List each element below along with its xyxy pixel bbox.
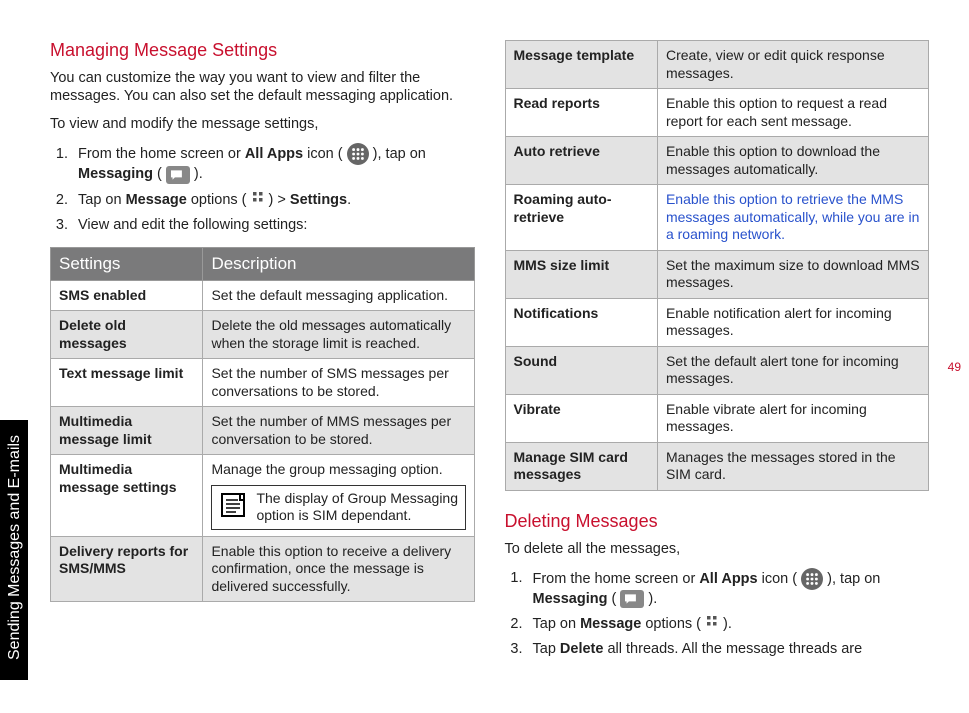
all-apps-icon <box>801 568 823 590</box>
delete-step-3: Tap Delete all threads. All the message … <box>527 640 930 659</box>
intro-para-2: To view and modify the message settings, <box>50 115 475 133</box>
messaging-icon <box>166 166 190 184</box>
table-row: Vibrate Enable vibrate alert for incomin… <box>505 394 929 442</box>
th-settings: Settings <box>51 247 203 280</box>
settings-table-right: Message template Create, view or edit qu… <box>505 40 930 491</box>
table-row: Read reports Enable this option to reque… <box>505 89 929 137</box>
delete-step-2: Tap on Message options ( ). <box>527 614 930 634</box>
table-row: Roaming auto-retrieve Enable this option… <box>505 185 929 251</box>
table-row: Manage SIM card messages Manages the mes… <box>505 442 929 490</box>
intro-para-1: You can customize the way you want to vi… <box>50 69 475 105</box>
heading-managing: Managing Message Settings <box>50 40 475 61</box>
table-row: MMS size limit Set the maximum size to d… <box>505 250 929 298</box>
table-row: Text message limit Set the number of SMS… <box>51 359 475 407</box>
step-3: View and edit the following settings: <box>72 216 475 235</box>
table-row: Delete old messages Delete the old messa… <box>51 311 475 359</box>
heading-deleting: Deleting Messages <box>505 511 930 532</box>
table-row: Multimedia message limit Set the number … <box>51 407 475 455</box>
note-icon <box>218 490 248 525</box>
delete-intro: To delete all the messages, <box>505 540 930 558</box>
table-row: Notifications Enable notification alert … <box>505 298 929 346</box>
table-row: Auto retrieve Enable this option to down… <box>505 137 929 185</box>
link-text[interactable]: Enable this option to retrieve the MMS m… <box>666 191 919 242</box>
step-1: From the home screen or All Apps icon ( … <box>72 143 475 184</box>
options-icon <box>705 616 723 632</box>
all-apps-icon <box>347 143 369 165</box>
settings-table-left: Settings Description SMS enabled Set the… <box>50 247 475 603</box>
table-row: Sound Set the default alert tone for inc… <box>505 346 929 394</box>
messaging-icon <box>620 590 644 608</box>
delete-step-1: From the home screen or All Apps icon ( … <box>527 568 930 609</box>
table-row: Multimedia message settings Manage the g… <box>51 455 475 537</box>
step-2: Tap on Message options ( ) > Settings. <box>72 190 475 210</box>
table-row: SMS enabled Set the default messaging ap… <box>51 280 475 311</box>
page-number: 49 <box>948 360 961 374</box>
side-tab-label: Sending Messages and E-mails <box>6 644 24 660</box>
table-row: Delivery reports for SMS/MMS Enable this… <box>51 536 475 602</box>
options-icon <box>251 192 269 208</box>
table-row: Message template Create, view or edit qu… <box>505 41 929 89</box>
note-text: The display of Group Messaging option is… <box>256 490 458 525</box>
note-box: The display of Group Messaging option is… <box>211 485 465 530</box>
th-description: Description <box>203 247 474 280</box>
